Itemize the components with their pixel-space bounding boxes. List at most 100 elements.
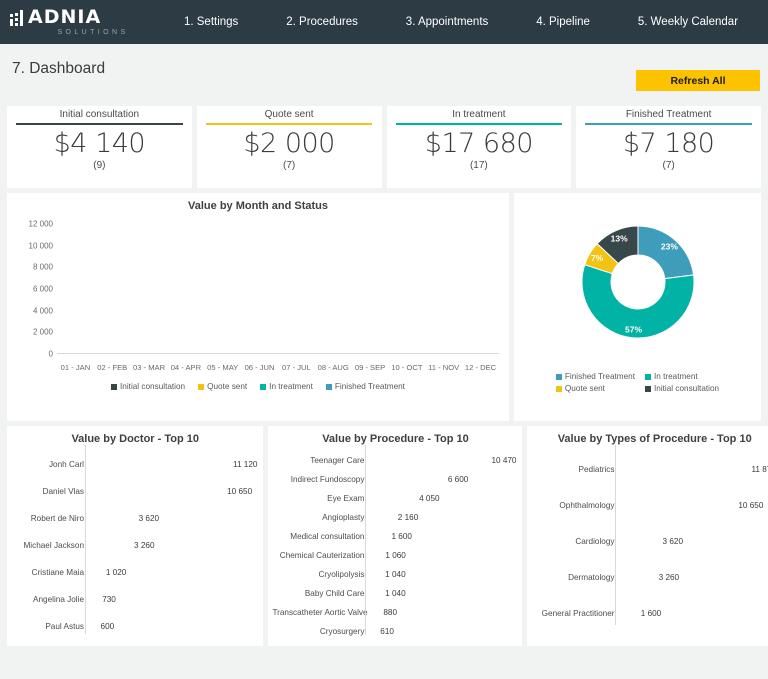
column-slot[interactable]	[57, 224, 94, 354]
bar-row[interactable]: Jonh Carl11 120	[11, 451, 257, 478]
x-tick-label: 07 - JUL	[278, 363, 315, 372]
column-slot[interactable]	[167, 224, 204, 354]
bar-row[interactable]: Dermatology3 260	[531, 559, 768, 595]
column-slot[interactable]	[131, 224, 168, 354]
value-by-procedure-panel: Value by Procedure - Top 10 Teenager Car…	[268, 426, 522, 646]
bar-category-label: Robert de Niro	[11, 514, 89, 523]
donut-legend: Finished Treatment In treatment Quote sent…	[514, 372, 761, 393]
donut-chart[interactable]: 23%57%7%13%	[514, 193, 761, 368]
bar-category-label: Daniel Vlas	[11, 487, 89, 496]
bar-row[interactable]: Angelina Jolie730	[11, 586, 257, 613]
kpi-card[interactable]: Quote sent$2 000(7)	[197, 106, 382, 188]
bar-category-label: Angelina Jolie	[11, 595, 89, 604]
bar-row[interactable]: Baby Child Care1 040	[272, 584, 516, 603]
legend-item[interactable]: Quote sent	[556, 384, 635, 393]
legend-item[interactable]: Quote sent	[198, 382, 247, 391]
bar-row[interactable]: General Practitioner1 600	[531, 595, 768, 631]
column-slot[interactable]	[241, 224, 278, 354]
nav-item-pipeline[interactable]: 4. Pipeline	[534, 12, 592, 32]
legend-label: Initial consultation	[654, 384, 719, 393]
bar-row[interactable]: Ophthalmology10 650	[531, 487, 768, 523]
nav-item-weekly-calendar[interactable]: 5. Weekly Calendar	[636, 12, 740, 32]
legend-swatch	[556, 374, 562, 380]
column-slot[interactable]	[425, 224, 462, 354]
legend-swatch	[111, 384, 117, 390]
legend-item[interactable]: Initial consultation	[645, 384, 719, 393]
bar-value-label: 1 060	[381, 551, 406, 560]
bar-value-label: 1 020	[102, 568, 127, 577]
y-tick-label: 12 000	[29, 220, 53, 229]
column-slot[interactable]	[278, 224, 315, 354]
column-slot[interactable]	[315, 224, 352, 354]
nav-item-settings[interactable]: 1. Settings	[182, 12, 240, 32]
legend-item[interactable]: Finished Treatment	[326, 382, 405, 391]
bar-category-label: Cardiology	[531, 537, 619, 546]
x-tick-label: 02 - FEB	[94, 363, 131, 372]
bar-track: 1 600	[619, 609, 768, 618]
bar-category-label: Cristiane Maia	[11, 568, 89, 577]
y-tick-label: 10 000	[29, 241, 53, 250]
bottom-charts-row: Value by Doctor - Top 10 Jonh Carl11 120…	[0, 421, 768, 653]
bar-track: 6 600	[369, 475, 516, 484]
bar-row[interactable]: Cardiology3 620	[531, 523, 768, 559]
bar-row[interactable]: Robert de Niro3 620	[11, 505, 257, 532]
column-slot[interactable]	[204, 224, 241, 354]
bar-row[interactable]: Cryolipolysis1 040	[272, 565, 516, 584]
donut-slice[interactable]	[638, 226, 694, 279]
bar-category-label: Jonh Carl	[11, 460, 89, 469]
legend-label: Finished Treatment	[565, 372, 635, 381]
bar-track: 3 260	[89, 541, 257, 550]
bar-category-label: Dermatology	[531, 573, 619, 582]
brand-name: ADNIA	[28, 9, 101, 26]
kpi-accent-rule	[585, 123, 751, 125]
bar-value-label: 6 600	[444, 475, 469, 484]
kpi-card[interactable]: Finished Treatment$7 180(7)	[576, 106, 761, 188]
bar-row[interactable]: Pediatrics11 870	[531, 451, 768, 487]
bar-row[interactable]: Chemical Cauterization 1 060	[272, 546, 516, 565]
column-slot[interactable]	[462, 224, 499, 354]
kpi-card[interactable]: In treatment$17 680(17)	[387, 106, 572, 188]
legend-item[interactable]: In treatment	[645, 372, 719, 381]
x-tick-label: 10 - OCT	[388, 363, 425, 372]
value-by-doctor-panel: Value by Doctor - Top 10 Jonh Carl11 120…	[7, 426, 263, 646]
nav-item-procedures[interactable]: 2. Procedures	[284, 12, 360, 32]
nav-item-appointments[interactable]: 3. Appointments	[404, 12, 490, 32]
kpi-card[interactable]: Initial consultation$4 140(9)	[7, 106, 192, 188]
bar-row[interactable]: Cristiane Maia 1 020	[11, 559, 257, 586]
kpi-label: In treatment	[452, 109, 505, 120]
bar-row[interactable]: Michael Jackson3 260	[11, 532, 257, 559]
bar-row[interactable]: Paul Astus600	[11, 613, 257, 640]
bar-category-label: Cryolipolysis	[272, 570, 369, 579]
kpi-label: Finished Treatment	[626, 109, 712, 120]
bar-value-label: 1 600	[387, 532, 412, 541]
bar-track: 1 060	[369, 551, 516, 560]
bar-value-label: 600	[97, 622, 115, 631]
bar-row[interactable]: Teenager Care10 470	[272, 451, 516, 470]
kpi-accent-rule	[206, 123, 372, 125]
value-by-doctor-chart[interactable]: Jonh Carl11 120Daniel Vlas10 650Robert d…	[7, 445, 263, 634]
nav-links: 1. Settings 2. Procedures 3. Appointment…	[160, 12, 768, 32]
column-slot[interactable]	[94, 224, 131, 354]
legend-item[interactable]: Initial consultation	[111, 382, 185, 391]
bar-row[interactable]: Transcatheter Aortic Valve880	[272, 603, 516, 622]
kpi-value: $17 680	[425, 128, 533, 159]
kpi-value: $2 000	[243, 128, 334, 159]
column-slot[interactable]	[388, 224, 425, 354]
column-slot[interactable]	[352, 224, 389, 354]
bar-row[interactable]: Angioplasty2 160	[272, 508, 516, 527]
value-by-month-chart[interactable]: 12 00010 0008 0006 0004 0002 0000 01 - J…	[11, 220, 505, 380]
brand-logo[interactable]: ADNIA SOLUTIONS	[0, 9, 160, 36]
refresh-all-button[interactable]: Refresh All	[636, 70, 760, 91]
bar-row[interactable]: Medical consultation1 600	[272, 527, 516, 546]
bar-track: 1 020	[89, 568, 257, 577]
bar-category-label: Chemical Cauterization	[272, 551, 369, 560]
bar-row[interactable]: Daniel Vlas10 650	[11, 478, 257, 505]
bar-row[interactable]: Indirect Fundoscopy6 600	[272, 470, 516, 489]
legend-item[interactable]: Finished Treatment	[556, 372, 635, 381]
value-by-types-chart[interactable]: Pediatrics11 870Ophthalmology10 650Cardi…	[527, 445, 768, 625]
bar-row[interactable]: Eye Exam4 050	[272, 489, 516, 508]
legend-item[interactable]: In treatment	[260, 382, 313, 391]
bar-row[interactable]: Cryosurgery610	[272, 622, 516, 641]
value-by-procedure-chart[interactable]: Teenager Care10 470Indirect Fundoscopy6 …	[268, 445, 522, 635]
x-tick-label: 08 - AUG	[315, 363, 352, 372]
